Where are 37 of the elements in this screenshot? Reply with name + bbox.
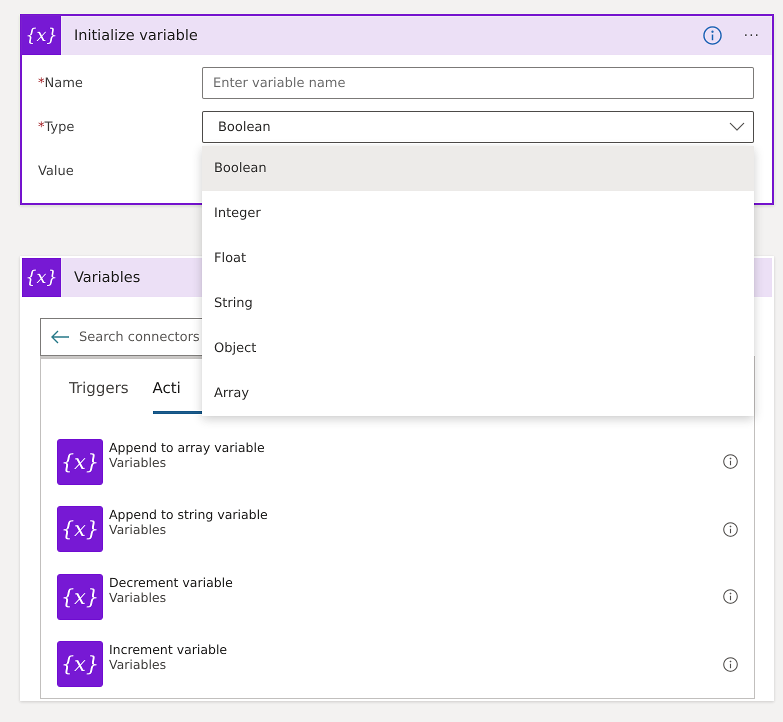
variable-icon: {x} <box>57 506 103 552</box>
action-title[interactable]: Append to string variable <box>109 507 717 522</box>
field-label: *Type <box>38 120 76 134</box>
card-title: Variables <box>74 270 142 286</box>
info-icon[interactable] <box>723 656 738 672</box>
variable-icon: {x} <box>57 438 103 485</box>
tab[interactable]: Acti <box>152 379 213 414</box>
dropdown-option[interactable]: Array <box>202 371 754 416</box>
dropdown-option[interactable]: Float <box>202 236 754 281</box>
chevron-icon <box>729 122 745 132</box>
back-arrow-icon[interactable] <box>50 329 70 345</box>
info-icon[interactable] <box>702 26 722 45</box>
dropdown-option[interactable]: Boolean <box>202 146 754 191</box>
action-title[interactable]: Increment variable <box>109 642 717 658</box>
more-options-button[interactable]: ··· <box>744 28 760 44</box>
dropdown-option[interactable]: Object <box>202 326 754 371</box>
dropdown-option[interactable]: Integer <box>202 191 754 236</box>
dropdown-option[interactable]: String <box>202 281 754 326</box>
variable-icon: {x} <box>57 641 103 688</box>
variable-icon: {x} <box>57 574 103 620</box>
tab[interactable]: Triggers <box>69 379 129 414</box>
action-title[interactable]: Decrement variable <box>109 574 717 590</box>
name-input[interactable]: Enter variable name <box>202 67 754 99</box>
type-select[interactable]: Boolean <box>202 111 754 143</box>
connector-name: Variables <box>109 454 168 470</box>
info-icon[interactable] <box>723 454 738 470</box>
connector-name: Variables <box>109 590 168 605</box>
variable-icon: {x} <box>22 16 61 55</box>
info-icon[interactable] <box>723 522 738 537</box>
field-label: Value <box>38 164 75 178</box>
field-label: *Name <box>38 76 84 90</box>
info-icon[interactable] <box>723 589 738 604</box>
variable-icon: {x} <box>22 258 61 297</box>
card-title: Initialize variable <box>74 28 199 44</box>
connector-name: Variables <box>109 657 168 672</box>
connector-name: Variables <box>109 522 168 538</box>
action-title[interactable]: Append to array variable <box>109 440 717 455</box>
